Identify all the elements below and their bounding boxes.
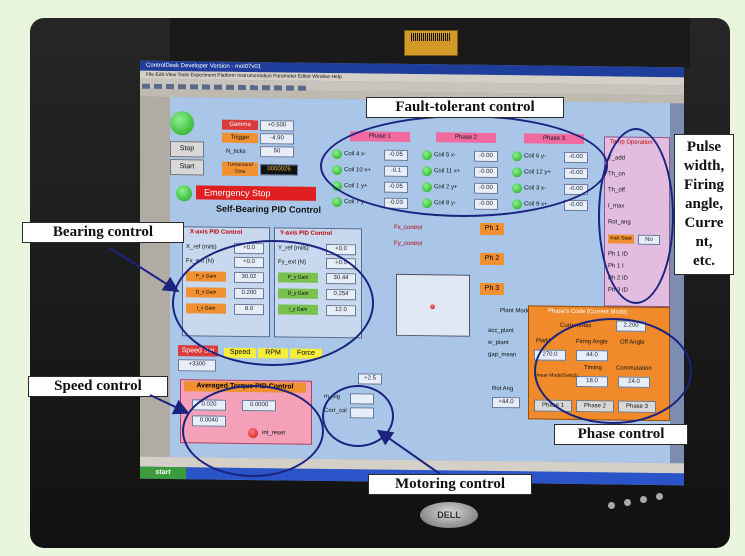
arrow-overlay [109, 247, 441, 475]
monitor-button-1[interactable] [608, 502, 615, 509]
motoring-arrow [376, 429, 441, 475]
monitor-button-4[interactable] [656, 493, 663, 500]
monitor-button-3[interactable] [640, 496, 647, 503]
bearing-arrow [109, 247, 180, 293]
monitor-button-2[interactable] [624, 499, 631, 506]
dell-logo: DELL [420, 502, 478, 528]
speed-arrow [149, 394, 190, 415]
